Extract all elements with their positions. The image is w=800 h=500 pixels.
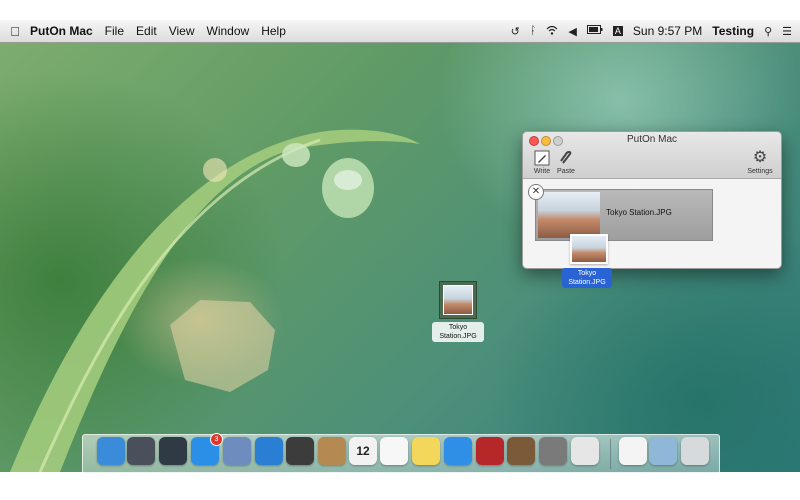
time-machine-icon[interactable]: ↺ — [511, 25, 520, 38]
desktop-file-tokyo-station[interactable]: Tokyo Station.JPG — [432, 281, 484, 342]
drag-thumbnail[interactable] — [570, 234, 608, 264]
attached-file-name: Tokyo Station.JPG — [606, 208, 672, 217]
reminders-icon[interactable] — [380, 437, 408, 465]
menu-view[interactable]: View — [169, 24, 195, 38]
calendar-icon[interactable]: 12 — [349, 437, 377, 465]
system-preferences-icon[interactable] — [539, 437, 567, 465]
bluetooth-icon[interactable]: ᛛ — [530, 25, 537, 37]
wifi-icon[interactable] — [546, 25, 558, 38]
downloads-folder-icon[interactable] — [649, 437, 677, 465]
menu-bar:  PutOn Mac File Edit View Window Help ↺… — [0, 20, 800, 43]
attached-file-row[interactable]: Tokyo Station.JPG — [535, 189, 713, 241]
window-toolbar: PutOn Mac Write Paste ⚙ Settings — [523, 132, 781, 179]
dock-separator — [610, 439, 611, 469]
dragged-file-label: Tokyo Station.JPG — [562, 268, 612, 288]
battery-icon[interactable] — [586, 25, 603, 37]
launchpad-icon[interactable] — [127, 437, 155, 465]
puton-window: PutOn Mac Write Paste ⚙ Settings Tokyo S… — [522, 131, 782, 269]
search-icon[interactable]: ⚲ — [764, 25, 772, 38]
volume-icon[interactable]: ◀ — [568, 25, 576, 38]
remove-file-button[interactable]: ✕ — [528, 184, 544, 200]
trash-icon[interactable] — [681, 437, 709, 465]
menu-app-name[interactable]: PutOn Mac — [30, 24, 93, 38]
paperclip-icon — [560, 150, 572, 164]
window-title: PutOn Mac — [626, 134, 678, 145]
list-icon[interactable]: ☰ — [782, 25, 792, 38]
app-store-icon[interactable]: 3 — [191, 433, 223, 465]
contacts-icon[interactable] — [318, 437, 346, 465]
menu-help[interactable]: Help — [261, 24, 286, 38]
puton-icon[interactable] — [571, 437, 599, 465]
paste-label: Paste — [557, 168, 575, 175]
menu-file[interactable]: File — [105, 24, 124, 38]
preview-icon[interactable] — [223, 437, 251, 465]
desktop-file-label: Tokyo Station.JPG — [432, 322, 484, 342]
safari-icon[interactable] — [255, 437, 283, 465]
menu-window[interactable]: Window — [207, 24, 250, 38]
pencil-icon — [534, 150, 550, 166]
attached-file-thumbnail — [538, 192, 600, 238]
menu-clock[interactable]: Sun 9:57 PM — [633, 24, 702, 38]
itunes-icon[interactable] — [444, 437, 472, 465]
app-store-badge: 3 — [210, 433, 223, 446]
calendar-date: 12 — [356, 444, 370, 458]
menu-edit[interactable]: Edit — [136, 24, 157, 38]
facetime-icon[interactable] — [286, 437, 314, 465]
gear-icon: ⚙ — [752, 149, 768, 166]
apple-icon[interactable]:  — [0, 24, 30, 39]
settings-button[interactable]: ⚙ Settings — [743, 149, 777, 176]
iphoto-icon[interactable] — [507, 437, 535, 465]
photo-booth-icon[interactable] — [476, 437, 504, 465]
menu-bar-status-area: ↺ ᛛ ◀ A Sun 9:57 PM Testing ⚲ ☰ — [511, 24, 800, 38]
finder-icon[interactable] — [97, 437, 125, 465]
paste-button[interactable]: Paste — [551, 150, 581, 175]
documents-stack-icon[interactable] — [619, 437, 647, 465]
desktop-file-thumbnail — [439, 281, 477, 319]
write-label: Write — [533, 168, 551, 175]
notes-icon[interactable] — [412, 437, 440, 465]
input-source-icon[interactable]: A — [612, 26, 623, 36]
dock: 3 12 — [82, 433, 720, 474]
mission-control-icon[interactable] — [159, 437, 187, 465]
window-content: Tokyo Station.JPG ✕ — [523, 179, 781, 268]
menu-user[interactable]: Testing — [712, 24, 754, 38]
settings-label: Settings — [747, 168, 773, 175]
